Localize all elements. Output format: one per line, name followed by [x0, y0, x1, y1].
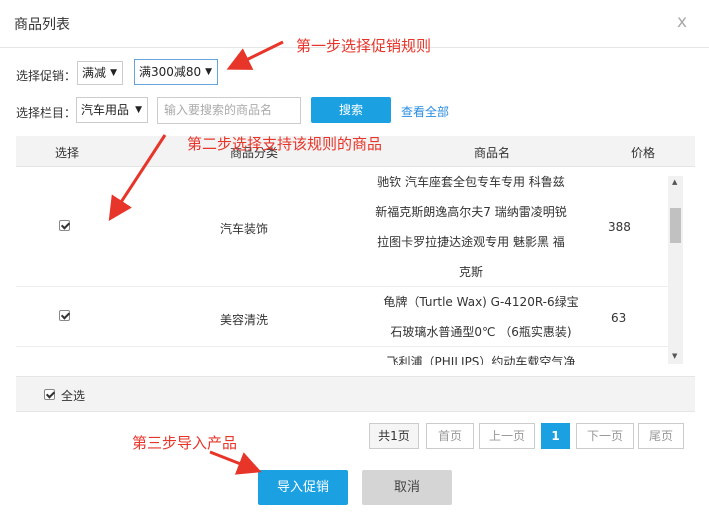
row-product-name: 龟牌（Turtle Wax) G-4120R-6绿宝 石玻璃水普通型0℃ （6瓶… [371, 287, 591, 347]
chevron-down-icon: ▼ [110, 68, 117, 78]
table-row: 飞利浦（PHILIPS）约动车载空气净 [16, 347, 668, 365]
row-checkbox[interactable] [59, 310, 70, 321]
cancel-button[interactable]: 取消 [362, 470, 452, 505]
annotation-step2: 第二步选择支持该规则的商品 [187, 135, 383, 153]
row-checkbox[interactable] [59, 220, 70, 231]
chevron-down-icon: ▼ [205, 67, 212, 77]
chevron-down-icon: ▼ [135, 105, 142, 115]
search-button[interactable]: 搜索 [311, 97, 391, 123]
category-select[interactable]: 汽车用品 ▼ [76, 97, 148, 123]
promo-rule-value: 满300减80 [139, 65, 202, 79]
annotation-step3: 第三步导入产品 [132, 434, 238, 452]
row-product-name: 飞利浦（PHILIPS）约动车载空气净 [371, 347, 591, 365]
prev-page-button[interactable]: 上一页 [479, 423, 535, 449]
product-name-line: 飞利浦（PHILIPS）约动车载空气净 [386, 355, 576, 365]
last-page-button[interactable]: 尾页 [638, 423, 684, 449]
row-price: 63 [611, 311, 627, 325]
search-placeholder: 输入要搜索的商品名 [164, 103, 273, 117]
product-list-dialog: 商品列表 x 选择促销： 满减 ▼ 满300减80 ▼ 选择栏目： 汽车用品 ▼… [0, 0, 709, 524]
table-row: 汽车装饰 驰钦 汽车座套全包专车专用 科鲁兹 新福克斯朗逸高尔夫7 瑞纳雷凌明锐… [16, 167, 668, 287]
product-name-line: 拉图卡罗拉捷达途观专用 魅影黑 福 [377, 235, 565, 249]
product-name-line: 克斯 [458, 265, 483, 279]
first-page-button[interactable]: 首页 [426, 423, 474, 449]
category-value: 汽车用品 [81, 103, 130, 117]
product-name-line: 龟牌（Turtle Wax) G-4120R-6绿宝 [383, 295, 579, 309]
scroll-down-icon[interactable]: ▼ [672, 352, 677, 360]
product-name-line: 新福克斯朗逸高尔夫7 瑞纳雷凌明锐 [375, 205, 567, 219]
scroll-up-icon[interactable]: ▲ [672, 178, 677, 186]
row-price: 388 [608, 220, 631, 234]
import-promotion-button[interactable]: 导入促销 [258, 470, 348, 505]
header-price: 价格 [631, 146, 656, 160]
table-row: 美容清洗 龟牌（Turtle Wax) G-4120R-6绿宝 石玻璃水普通型0… [16, 287, 668, 347]
product-name-line: 驰钦 汽车座套全包专车专用 科鲁兹 [377, 175, 565, 189]
page-total: 共1页 [369, 423, 419, 449]
product-name-line: 石玻璃水普通型0℃ （6瓶实惠装) [390, 325, 572, 339]
annotation-step1: 第一步选择促销规则 [296, 37, 432, 55]
row-category: 汽车装饰 [220, 222, 269, 236]
category-label: 选择栏目： [16, 106, 77, 120]
scrollbar-thumb[interactable] [670, 208, 681, 243]
promo-rule-select[interactable]: 满300减80 ▼ [134, 59, 218, 85]
current-page-button[interactable]: 1 [541, 423, 570, 449]
row-product-name: 驰钦 汽车座套全包专车专用 科鲁兹 新福克斯朗逸高尔夫7 瑞纳雷凌明锐 拉图卡罗… [371, 167, 571, 287]
close-icon[interactable]: x [677, 12, 687, 32]
promo-type-value: 满减 [82, 66, 107, 80]
select-all-bar: 全选 [16, 376, 695, 412]
search-input[interactable]: 输入要搜索的商品名 [157, 97, 301, 124]
header-name: 商品名 [474, 146, 511, 160]
select-all-label: 全选 [61, 389, 86, 403]
row-category: 美容清洗 [220, 313, 269, 327]
header-select: 选择 [55, 146, 80, 160]
table-body: 汽车装饰 驰钦 汽车座套全包专车专用 科鲁兹 新福克斯朗逸高尔夫7 瑞纳雷凌明锐… [16, 167, 668, 365]
promo-label: 选择促销： [16, 69, 77, 83]
table-scrollbar[interactable]: ▲ ▼ [668, 176, 683, 364]
view-all-link[interactable]: 查看全部 [401, 103, 449, 120]
select-all-checkbox[interactable] [44, 389, 55, 400]
promo-type-select[interactable]: 满减 ▼ [77, 61, 123, 85]
next-page-button[interactable]: 下一页 [576, 423, 634, 449]
dialog-title: 商品列表 [14, 17, 70, 33]
arrow-step3 [209, 450, 262, 475]
